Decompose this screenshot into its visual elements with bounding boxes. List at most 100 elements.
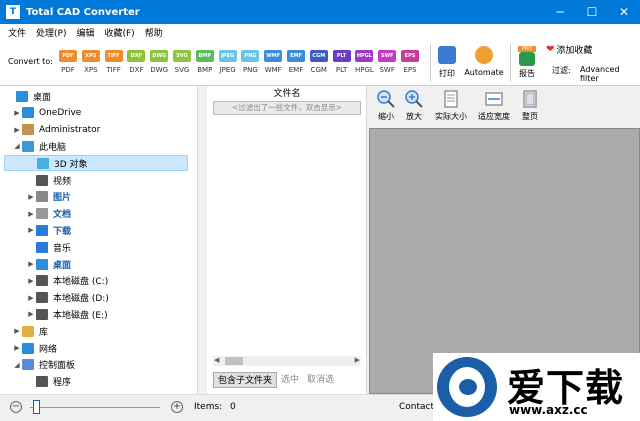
- full-page-button[interactable]: 整页: [516, 89, 544, 122]
- expand-arrow-icon[interactable]: ▶: [26, 310, 36, 318]
- expand-arrow-icon[interactable]: ▶: [26, 193, 36, 201]
- toolbar-separator: [430, 44, 431, 82]
- splitter[interactable]: [199, 86, 207, 394]
- convert-cgm-button[interactable]: CGM CGM: [307, 50, 331, 74]
- tree-node[interactable]: ▶ 网络: [0, 340, 57, 356]
- deselect-button[interactable]: 取消选: [303, 372, 338, 388]
- scroll-thumb[interactable]: [225, 357, 243, 365]
- convert-bmp-button[interactable]: BMP BMP: [193, 50, 217, 74]
- convert-pdf-button[interactable]: PDF PDF: [56, 50, 80, 74]
- format-label: EMF: [288, 66, 304, 74]
- convert-eps-button[interactable]: EPS EPS: [398, 50, 422, 74]
- maximize-button[interactable]: ☐: [576, 0, 608, 24]
- menu-favorites[interactable]: 收藏(F): [104, 26, 134, 39]
- menu-process[interactable]: 处理(P): [36, 26, 66, 39]
- clock-icon: [475, 46, 493, 64]
- expand-arrow-icon[interactable]: ▶: [26, 210, 36, 218]
- zoom-minus-icon[interactable]: −: [10, 401, 22, 413]
- tree-node[interactable]: ◢ 控制面板: [0, 357, 75, 373]
- expand-arrow-icon[interactable]: ◢: [12, 142, 22, 150]
- tree-node[interactable]: ▶ 桌面: [0, 256, 71, 272]
- advanced-filter-button[interactable]: Advanced filter: [580, 65, 640, 83]
- tree-node[interactable]: ▶ Administrator: [0, 122, 100, 138]
- tree-node[interactable]: 3D 对象: [4, 155, 188, 172]
- cgm-format-icon: CGM: [309, 50, 328, 62]
- convert-hpgl-button[interactable]: HPGL HPGL: [352, 50, 376, 74]
- automate-button[interactable]: Automate: [464, 46, 504, 77]
- convert-tiff-button[interactable]: TIFF TIFF: [102, 50, 126, 74]
- horizontal-scrollbar[interactable]: ◀ ▶: [213, 356, 361, 366]
- tree-node[interactable]: 程序: [0, 374, 71, 390]
- select-button[interactable]: 选中: [277, 372, 303, 388]
- filename-column-header[interactable]: 文件名: [213, 86, 361, 100]
- convert-xps-button[interactable]: XPS XPS: [79, 50, 103, 74]
- minimize-button[interactable]: ─: [544, 0, 576, 24]
- zoom-slider-thumb[interactable]: [32, 400, 40, 414]
- tree-node[interactable]: 视频: [0, 172, 71, 188]
- items-count: 0: [230, 402, 236, 412]
- format-label: PLT: [335, 66, 348, 74]
- convert-wmf-button[interactable]: WMF WMF: [261, 50, 285, 74]
- convert-svg-button[interactable]: SVG SVG: [170, 50, 194, 74]
- expand-arrow-icon[interactable]: ▶: [26, 277, 36, 285]
- zoom-in-button[interactable]: 放大: [400, 89, 428, 122]
- format-label: XPS: [84, 66, 98, 74]
- tree-node[interactable]: ▶ 文档: [0, 206, 71, 222]
- menu-file[interactable]: 文件: [8, 26, 26, 39]
- expand-arrow-icon[interactable]: ◢: [12, 361, 22, 369]
- zoom-plus-icon[interactable]: +: [171, 401, 183, 413]
- program-icon: [36, 376, 48, 388]
- actual-size-button[interactable]: 实际大小: [432, 89, 470, 122]
- tree-node-label: Administrator: [39, 124, 101, 135]
- expand-arrow-icon[interactable]: ▶: [12, 126, 22, 134]
- tree-node[interactable]: ▶ 下载: [0, 222, 71, 238]
- zoom-out-button[interactable]: 缩小: [372, 89, 400, 122]
- scroll-left-icon[interactable]: ◀: [214, 356, 219, 364]
- tree-node[interactable]: ◢ 此电脑: [0, 138, 66, 154]
- menu-edit[interactable]: 编辑: [76, 26, 94, 39]
- dxf-format-icon: DXF: [127, 50, 146, 62]
- control-icon: [22, 359, 34, 371]
- expand-arrow-icon[interactable]: ▶: [26, 226, 36, 234]
- filter-hint[interactable]: <过滤出了一些文件，双击显示>: [213, 101, 361, 115]
- expand-arrow-icon[interactable]: ▶: [12, 344, 22, 352]
- filter-label: 过滤:: [552, 66, 571, 75]
- zoom-slider-track[interactable]: [30, 407, 160, 408]
- desktop-icon: [36, 258, 48, 270]
- add-favorite-button[interactable]: ❤ 添加收藏: [546, 43, 592, 56]
- tree-node[interactable]: 桌面: [0, 88, 51, 104]
- contact-link[interactable]: Contact: [399, 402, 434, 412]
- print-button[interactable]: 打印: [436, 46, 458, 79]
- convert-dxf-button[interactable]: DXF DXF: [124, 50, 148, 74]
- tree-node[interactable]: ▶ 本地磁盘 (C:): [0, 273, 108, 289]
- expand-arrow-icon[interactable]: ▶: [26, 294, 36, 302]
- tree-node[interactable]: ▶ 本地磁盘 (E:): [0, 306, 108, 322]
- scroll-right-icon[interactable]: ▶: [355, 356, 360, 364]
- fit-width-button[interactable]: 适应宽度: [474, 89, 514, 122]
- convert-swf-button[interactable]: SWF SWF: [375, 50, 399, 74]
- tree-node-label: 控制面板: [39, 361, 76, 372]
- convert-plt-button[interactable]: PLT PLT: [330, 50, 354, 74]
- tree-node-label: 库: [39, 327, 49, 338]
- zoom-out-icon: [377, 90, 395, 108]
- tree-node[interactable]: ▶ OneDrive: [0, 105, 81, 121]
- convert-jpeg-button[interactable]: JPEG JPEG: [216, 50, 240, 74]
- tree-node[interactable]: ▶ 图片: [0, 189, 71, 205]
- expand-arrow-icon[interactable]: ▶: [26, 260, 36, 268]
- expand-arrow-icon[interactable]: ▶: [12, 109, 22, 117]
- expand-arrow-icon[interactable]: ▶: [12, 327, 22, 335]
- convert-dwg-button[interactable]: DWG DWG: [147, 50, 171, 74]
- convert-png-button[interactable]: PNG PNG: [238, 50, 262, 74]
- site-watermark: 爱下载 www.axz.cc: [433, 353, 640, 421]
- include-subfolders-button[interactable]: 包含子文件夹: [213, 372, 278, 388]
- report-button[interactable]: PRO 报告: [514, 46, 540, 79]
- convert-emf-button[interactable]: EMF EMF: [284, 50, 308, 74]
- tree-node[interactable]: ▶ 本地磁盘 (D:): [0, 290, 109, 306]
- report-icon: [519, 52, 535, 66]
- menu-help[interactable]: 帮助: [145, 26, 163, 39]
- close-button[interactable]: ✕: [608, 0, 640, 24]
- tree-node[interactable]: 音乐: [0, 239, 71, 255]
- tree-node-label: 图片: [53, 193, 72, 204]
- tree-node[interactable]: ▶ 库: [0, 323, 48, 339]
- hpgl-format-icon: HPGL: [355, 50, 374, 62]
